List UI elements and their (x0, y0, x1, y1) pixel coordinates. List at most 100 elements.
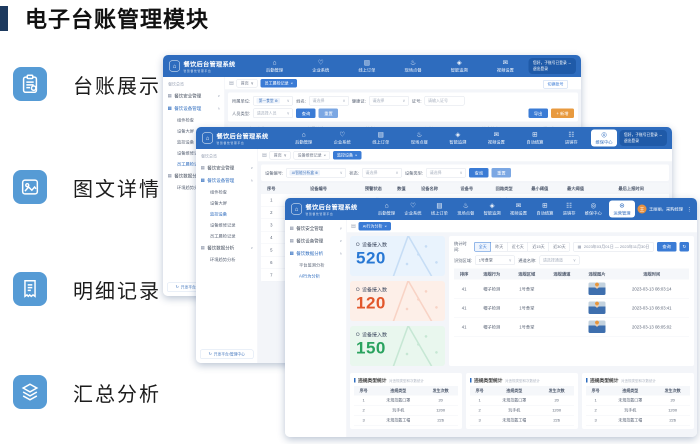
tab-monitor-devices[interactable]: 监控设备× (333, 151, 361, 160)
sidebar-subitem[interactable]: 设备大屏 (196, 198, 258, 209)
cell-photo (579, 280, 614, 299)
nav-item[interactable]: ☷ 进销存 (563, 202, 576, 216)
reset-button[interactable]: 重置 (319, 109, 339, 119)
cell-area-link[interactable]: 1号食堂 (509, 280, 544, 299)
sidebar-subitem-active[interactable]: 监控设备 (196, 209, 258, 220)
unit-select[interactable]: 第一食堂 ⊗∨ (253, 96, 293, 106)
tab-morning-check[interactable]: 员工晨检记录× (261, 79, 297, 88)
sidebar-item-devices[interactable]: ▦餐饮设备管理∧ (163, 102, 225, 115)
nav-item[interactable]: ◈ 智能追溯 (451, 59, 468, 73)
sidebar-item-safety[interactable]: ▦餐饮安全管理∨ (285, 222, 347, 235)
add-button[interactable]: + 新增 (551, 109, 574, 119)
nav-item[interactable]: ⌂ 后勤管理 (295, 131, 312, 145)
segment-yesterday[interactable]: 昨天 (491, 242, 508, 252)
device-code-select[interactable]: AI智能分析盒 ⊗∨ (286, 168, 346, 178)
close-icon[interactable]: × (385, 224, 387, 229)
table-row: 2玩手机1200 (354, 405, 458, 415)
person-type-select[interactable]: 请选择人员∨ (253, 109, 293, 119)
user-area[interactable]: 王 王丽丽，采购经理 ⋮ (637, 205, 692, 214)
nav-item[interactable]: ◈ 智能追溯 (484, 202, 501, 216)
sidebar-item-analysis[interactable]: ▦餐饮数据分析∨ (196, 242, 258, 255)
segment-7days[interactable]: 近七天 (507, 242, 528, 252)
nav-item-active[interactable]: ◎ 维保中心 (591, 130, 617, 147)
region-select[interactable]: 1号食堂∨ (475, 256, 515, 266)
tab-home[interactable]: 首页∨ (270, 151, 291, 160)
date-range-picker[interactable]: ▦2023年03月01日 — 2023年11月30日 (573, 242, 654, 252)
sidebar-subitem[interactable]: 环境趋势分析 (196, 254, 258, 265)
nav-item[interactable]: ♡ 企业系统 (312, 59, 329, 73)
sidebar-item-safety[interactable]: ▦餐饮安全管理∨ (196, 162, 258, 175)
sidebar-subitem-active[interactable]: AI行为分析 (285, 271, 347, 282)
query-button[interactable]: 查询 (296, 109, 316, 119)
nav-item[interactable]: ♡ 企业系统 (334, 131, 351, 145)
query-button[interactable]: 查询 (657, 242, 677, 252)
user-account-box[interactable]: 您好，子账号已登录 → 退出登录 (619, 130, 667, 146)
segment-30days[interactable]: 近30天 (549, 242, 570, 252)
nav-item[interactable]: ♨ 现场点餐 (411, 131, 428, 145)
switch-account-button[interactable]: 切换账号 (543, 80, 568, 89)
violation-photo[interactable] (588, 302, 605, 315)
more-menu-icon[interactable]: ⋮ (687, 206, 693, 213)
sidebar-subitem[interactable]: 平台监测分析 (285, 260, 347, 271)
nav-item[interactable]: ▤ 线上订单 (431, 202, 448, 216)
nav-item[interactable]: ⌂ 后勤管理 (266, 59, 283, 73)
segment-15days[interactable]: 近15天 (528, 242, 549, 252)
close-icon[interactable]: × (291, 81, 293, 86)
nav-item[interactable]: ◈ 智能追溯 (449, 131, 466, 145)
column-header: 发生次数 (655, 386, 690, 396)
tab-ai-behavior[interactable]: AI行为分析× (359, 222, 391, 231)
reset-button[interactable]: 重置 (492, 168, 512, 178)
card-subtitle: 对违规类型和次数统计 (621, 379, 656, 384)
sidebar-subitem[interactable]: 组件检查 (196, 187, 258, 198)
sidebar-item-devices[interactable]: ▦餐饮设备管理∧ (196, 174, 258, 187)
nav-item[interactable]: ✉ 视频设置 (497, 59, 514, 73)
nav-item-active[interactable]: ⊛ 运营管理 (609, 201, 635, 218)
nav-item[interactable]: ⊞ 自动结算 (536, 202, 553, 216)
logout-link[interactable]: 退出登录 (533, 66, 572, 72)
collapse-icon[interactable]: ▤ (262, 153, 267, 159)
nav-item[interactable]: ♨ 现场点餐 (405, 59, 422, 73)
sidebar-item-analysis[interactable]: ▦餐饮数据分析∧ (285, 247, 347, 260)
collapse-icon[interactable]: ▤ (229, 81, 234, 87)
health-cert-select[interactable]: 请选择∨ (369, 96, 409, 106)
nav-item[interactable]: ✉ 视频设置 (488, 131, 505, 145)
nav-item[interactable]: ☷ 进销存 (565, 131, 578, 145)
cell-count: 20 (423, 396, 458, 406)
name-select[interactable]: 请选择∨ (309, 96, 349, 106)
channel-select[interactable]: 请选择通道∨ (539, 256, 579, 266)
status-select[interactable]: 请选择∨ (362, 168, 402, 178)
logout-link[interactable]: 退出登录 (624, 138, 663, 144)
nav-item[interactable]: ✉ 视频设置 (510, 202, 527, 216)
nav-item[interactable]: ⌂ 后勤管理 (378, 202, 395, 216)
cell-area-link[interactable]: 1号食堂 (509, 298, 544, 317)
nav-item[interactable]: ◎ 维保中心 (585, 202, 602, 216)
segment-all-day[interactable]: 全天 (474, 242, 491, 252)
cert-no-input[interactable]: 请输入证号 (425, 96, 465, 106)
sidebar-item-safety[interactable]: ▦餐饮安全管理∨ (163, 90, 225, 103)
nav-item[interactable]: ▤ 线上订单 (358, 59, 375, 73)
tab-home[interactable]: 首页∨ (237, 79, 258, 88)
cell-violation-action: 帽子检测 (474, 298, 509, 317)
nav-item[interactable]: ▤ 线上订单 (372, 131, 389, 145)
violation-photo[interactable] (588, 283, 605, 296)
nav-item[interactable]: ♨ 现场点餐 (457, 202, 474, 216)
nav-item[interactable]: ⊞ 自动结算 (526, 131, 543, 145)
cell-area-link[interactable]: 1号食堂 (509, 317, 544, 336)
close-icon[interactable]: × (355, 153, 357, 158)
cell-index: 4 (261, 231, 282, 244)
close-icon[interactable]: × (324, 153, 326, 158)
user-account-box[interactable]: 您好，子账号已登录 → 退出登录 (528, 58, 576, 74)
export-button[interactable]: 导出 (528, 109, 548, 119)
query-button[interactable]: 查询 (469, 168, 489, 178)
violation-photo[interactable] (588, 321, 605, 334)
nav-item[interactable]: ♡ 企业系统 (405, 202, 422, 216)
tab-repair-records[interactable]: 设备维修记录× (294, 151, 330, 160)
refresh-button[interactable]: ↻ (679, 242, 689, 252)
sidebar-item-devices[interactable]: ▦餐饮设备管理∨ (285, 235, 347, 248)
collapse-icon[interactable]: ▤ (351, 224, 356, 230)
sidebar-subitem[interactable]: 设备维修记录 (196, 220, 258, 231)
dev-platform-link[interactable]: ↻开发平台/管理中心 (200, 350, 254, 360)
sidebar-subitem[interactable]: 组件检查 (163, 115, 225, 126)
device-type-select[interactable]: 请选择∨ (426, 168, 466, 178)
sidebar-subitem[interactable]: 员工晨检记录 (196, 231, 258, 242)
